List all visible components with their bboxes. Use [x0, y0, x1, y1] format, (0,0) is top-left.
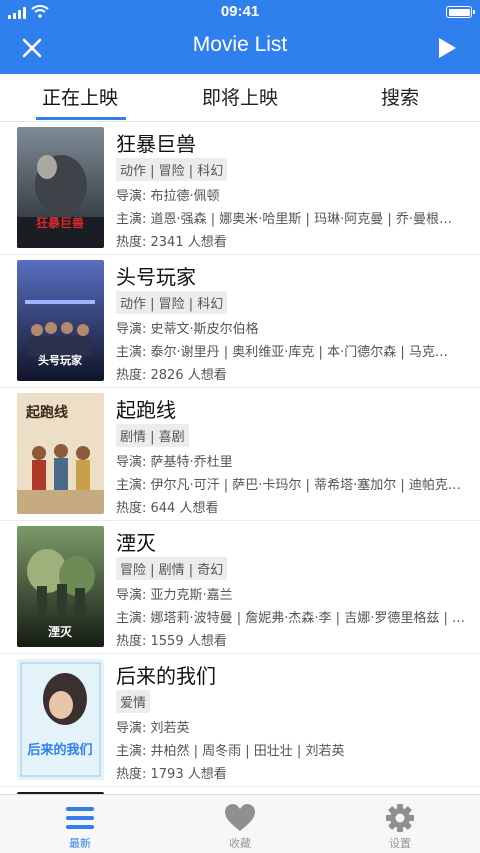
heat: 热度: 1559 人想看	[116, 634, 227, 649]
movie-item[interactable]: 湮灭 湮灭 冒险 | 剧情 | 奇幻 导演: 亚力克斯·嘉兰 主演: 娜塔莉·波…	[0, 521, 480, 654]
page-title: Movie List	[192, 33, 288, 56]
tabbar-label: 最新	[69, 837, 91, 850]
poster-title: 起跑线	[25, 404, 68, 421]
genre-tag: 剧情 | 喜剧	[116, 424, 189, 447]
movie-poster: 狂暴巨兽	[17, 127, 104, 248]
movie-list: 狂暴巨兽 狂暴巨兽 动作 | 冒险 | 科幻 导演: 布拉德·佩顿 主演: 道恩…	[0, 122, 480, 794]
movie-title: 湮灭	[116, 531, 156, 555]
genre-tag: 动作 | 冒险 | 科幻	[116, 291, 228, 314]
genre-tag: 动作 | 冒险 | 科幻	[116, 158, 228, 181]
bottom-tab-bar: 最新 收藏 设置	[0, 794, 480, 853]
heat: 热度: 2341 人想看	[116, 235, 227, 250]
cast: 主演: 娜塔莉·波特曼 | 詹妮弗·杰森·李 | 吉娜·罗德里格兹 | …	[116, 611, 465, 626]
poster-title: 湮灭	[48, 625, 73, 639]
heat: 热度: 1793 人想看	[116, 767, 227, 782]
poster-title: 后来的我们	[27, 742, 92, 758]
cast: 主演: 伊尔凡·可汗 | 萨巴·卡玛尔 | 蒂希塔·塞加尔 | 迪帕克…	[116, 478, 461, 493]
tabbar-label: 收藏	[229, 837, 251, 850]
gear-icon	[386, 804, 414, 832]
movie-item[interactable]: 狂暴巨兽 狂暴巨兽 动作 | 冒险 | 科幻 导演: 布拉德·佩顿 主演: 道恩…	[0, 122, 480, 255]
tabbar-settings[interactable]: 设置	[320, 795, 480, 853]
movie-item[interactable]: 起跑线 起跑线 剧情 | 喜剧 导演: 萨基特·乔杜里 主演: 伊尔凡·可汗 |…	[0, 388, 480, 521]
movie-title: 头号玩家	[116, 265, 196, 289]
movie-item[interactable]: 头号玩家 头号玩家 动作 | 冒险 | 科幻 导演: 史蒂文·斯皮尔伯格 主演:…	[0, 255, 480, 388]
active-tab-indicator	[36, 117, 126, 120]
movie-title: 狂暴巨兽	[116, 132, 196, 156]
play-icon[interactable]	[436, 37, 458, 59]
movie-title: 起跑线	[116, 398, 176, 422]
movie-poster: 后来的我们	[17, 659, 104, 780]
poster-title: 头号玩家	[38, 353, 83, 367]
genre-tag: 爱情	[116, 690, 151, 713]
heat: 热度: 2826 人想看	[116, 368, 227, 383]
tab-now-showing[interactable]: 正在上映	[0, 74, 160, 122]
tab-search[interactable]: 搜索	[320, 74, 480, 122]
movie-poster: 头号玩家	[17, 260, 104, 381]
status-bar: 09:41	[0, 0, 480, 24]
director: 导演: 亚力克斯·嘉兰	[116, 588, 233, 603]
movie-item-partial[interactable]	[0, 787, 480, 794]
tabbar-favorites[interactable]: 收藏	[160, 795, 320, 853]
heart-icon	[225, 804, 255, 831]
tabbar-label: 设置	[389, 837, 411, 850]
movie-title: 后来的我们	[116, 664, 216, 688]
director: 导演: 史蒂文·斯皮尔伯格	[116, 322, 259, 337]
genre-tag: 冒险 | 剧情 | 奇幻	[116, 557, 228, 580]
tab-coming-soon[interactable]: 即将上映	[160, 74, 320, 122]
director: 导演: 布拉德·佩顿	[116, 189, 220, 204]
director: 导演: 刘若英	[116, 721, 190, 736]
heat: 热度: 644 人想看	[116, 501, 219, 516]
app-header: 09:41 Movie List	[0, 0, 480, 74]
list-icon	[66, 807, 94, 829]
director: 导演: 萨基特·乔杜里	[116, 455, 233, 470]
cast: 主演: 道恩·强森 | 娜奥米·哈里斯 | 玛琳·阿克曼 | 乔·曼根…	[116, 212, 452, 227]
battery-icon	[446, 6, 475, 18]
movie-poster: 起跑线	[17, 393, 104, 514]
tabbar-latest[interactable]: 最新	[0, 795, 160, 853]
movie-item[interactable]: 后来的我们 后来的我们 爱情 导演: 刘若英 主演: 井柏然 | 周冬雨 | 田…	[0, 654, 480, 787]
movie-poster: 湮灭	[17, 526, 104, 647]
status-time: 09:41	[220, 3, 260, 20]
cast: 主演: 泰尔·谢里丹 | 奥利维亚·库克 | 本·门德尔森 | 马克…	[116, 345, 448, 360]
cast: 主演: 井柏然 | 周冬雨 | 田壮壮 | 刘若英	[116, 744, 345, 759]
poster-title: 狂暴巨兽	[36, 215, 84, 230]
tab-bar-top: 正在上映 即将上映 搜索	[0, 74, 480, 122]
